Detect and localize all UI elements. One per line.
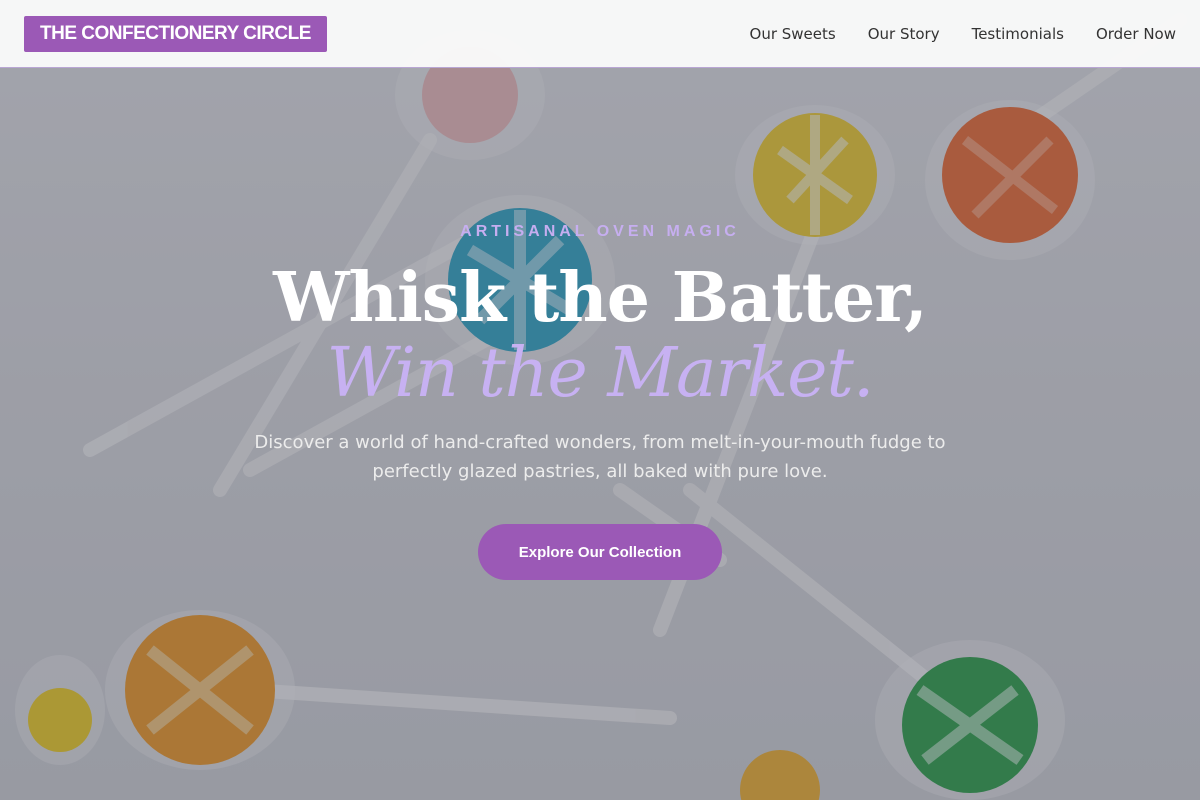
explore-collection-button[interactable]: Explore Our Collection (478, 524, 722, 580)
nav-link-testimonials[interactable]: Testimonials (972, 25, 1064, 43)
site-header: THE CONFECTIONERY CIRCLE Our Sweets Our … (0, 0, 1200, 68)
hero-description: Discover a world of hand-crafted wonders… (254, 432, 946, 482)
nav-link-our-sweets[interactable]: Our Sweets (750, 25, 836, 43)
brand-logo[interactable]: THE CONFECTIONERY CIRCLE (24, 15, 327, 52)
nav-link-order-now[interactable]: Order Now (1096, 25, 1176, 43)
hero-headline-line-2: Win the Market. (326, 334, 875, 413)
main-nav: Our Sweets Our Story Testimonials Order … (750, 25, 1176, 43)
nav-link-our-story[interactable]: Our Story (868, 25, 940, 43)
hero-headline-line-1: Whisk the Batter, (273, 258, 928, 338)
hero-section: ARTISANAL OVEN MAGIC Whisk the Batter, W… (0, 68, 1200, 800)
hero-eyebrow: ARTISANAL OVEN MAGIC (460, 223, 740, 240)
